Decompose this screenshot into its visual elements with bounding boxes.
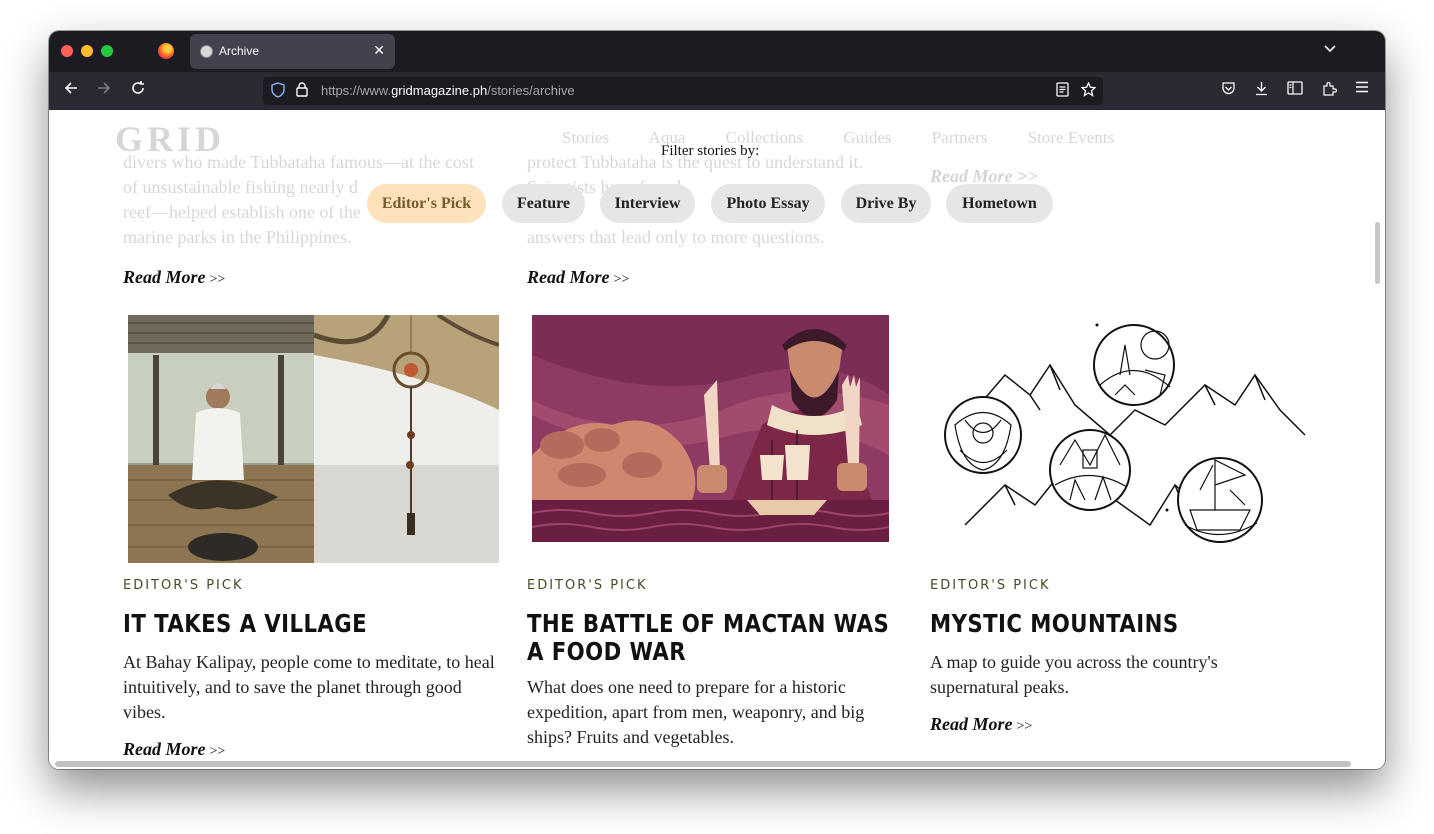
chevron-down-icon [1324,45,1336,53]
app-menu-icon[interactable] [1355,81,1369,97]
card-image-village[interactable] [128,315,499,563]
read-more-link[interactable]: Read More >> [123,739,225,760]
site-nav-item[interactable]: Stories [562,128,609,147]
reader-view-icon[interactable] [1056,82,1069,101]
card-image-mountains[interactable] [935,315,1315,560]
back-arrow-icon [64,82,77,94]
filter-chip-hometown[interactable]: Hometown [946,184,1053,223]
sidebar-icon[interactable] [1287,81,1303,99]
card-image-mactan[interactable] [532,315,889,542]
vertical-scrollbar[interactable] [1375,222,1380,284]
minimize-window-button[interactable] [81,45,93,57]
mactan-illustration [532,315,889,542]
read-more-link[interactable]: Read More >> [527,267,629,288]
forward-button[interactable] [94,80,114,100]
horizontal-scrollbar[interactable] [55,761,1351,767]
site-nav-item[interactable]: Guides [843,128,891,147]
site-nav-item[interactable]: Store Events [1028,128,1114,147]
tab-title: Archive [219,44,260,58]
card-description: At Bahay Kalipay, people come to meditat… [123,652,495,722]
tab-bar: Archive ✕ [49,31,1385,72]
meditation-photo [128,315,499,563]
category-label: EDITOR'S PICK [930,578,1051,593]
card-description: What does one need to prepare for a hist… [527,677,865,747]
filter-chip-editors-pick[interactable]: Editor's Pick [367,184,486,223]
card-description: A map to guide you across the country's … [930,652,1218,697]
browser-window: Archive ✕ https://www.gridmagazine.ph/st… [49,31,1385,769]
category-label: EDITOR'S PICK [123,578,244,593]
pocket-icon[interactable] [1221,81,1236,100]
extensions-icon[interactable] [1322,81,1338,100]
site-nav-item[interactable]: Partners [932,128,988,147]
url-bar[interactable]: https://www.gridmagazine.ph/stories/arch… [263,77,1103,105]
nav-bar: https://www.gridmagazine.ph/stories/arch… [49,72,1385,110]
reload-icon [132,81,144,94]
mountains-map-illustration [935,315,1315,560]
filter-chip-drive-by[interactable]: Drive By [841,184,931,223]
filter-chip-feature[interactable]: Feature [502,184,585,223]
filter-chip-interview[interactable]: Interview [600,184,695,223]
tab-close-icon[interactable]: ✕ [373,42,385,59]
list-all-tabs-button[interactable] [1323,41,1337,58]
back-button[interactable] [61,80,81,100]
tab-archive[interactable]: Archive ✕ [190,34,395,69]
padlock-icon[interactable] [296,82,308,101]
card-title[interactable]: THE BATTLE OF MACTAN WAS A FOOD WAR [527,610,901,666]
close-window-button[interactable] [61,45,73,57]
site-nav: Stories Aqua Collections Guides Partners… [562,128,1150,148]
site-favicon-icon [200,45,213,58]
reload-button[interactable] [128,80,148,100]
page-viewport: GRID Stories Aqua Collections Guides Par… [49,110,1385,769]
read-more-link[interactable]: Read More >> [930,714,1032,735]
forward-arrow-icon [98,82,111,94]
tracking-protection-shield-icon[interactable] [271,82,285,102]
filter-label: Filter stories by: [661,143,760,159]
maximize-window-button[interactable] [101,45,113,57]
filter-chip-photo-essay[interactable]: Photo Essay [711,184,825,223]
card-title[interactable]: IT TAKES A VILLAGE [123,610,497,638]
category-label: EDITOR'S PICK [527,578,648,593]
downloads-icon[interactable] [1254,81,1269,100]
firefox-view-icon[interactable] [158,43,174,59]
bookmark-star-icon[interactable] [1080,81,1097,101]
card-title[interactable]: MYSTIC MOUNTAINS [930,610,1304,638]
read-more-link[interactable]: Read More >> [123,267,225,288]
url-text[interactable]: https://www.gridmagazine.ph/stories/arch… [321,83,575,98]
